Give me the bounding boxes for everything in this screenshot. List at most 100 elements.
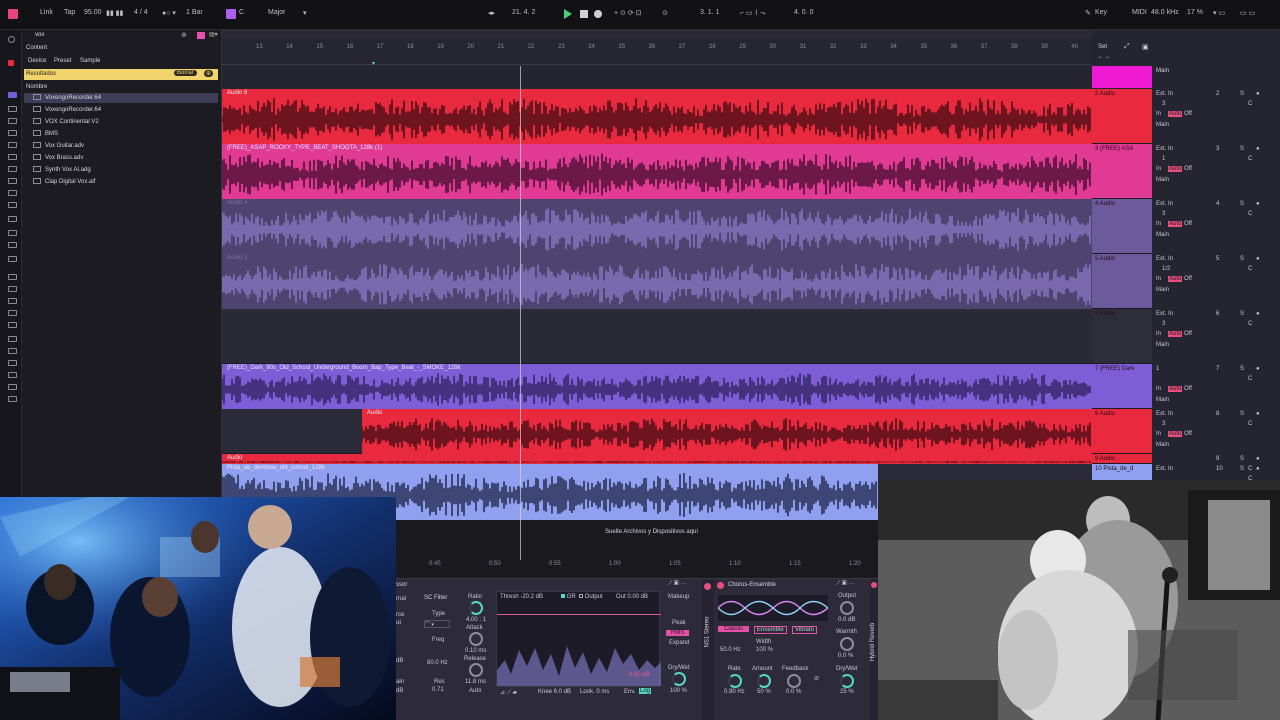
list-item[interactable]: Vox Brass.adv	[33, 153, 83, 164]
power-icon[interactable]	[717, 582, 724, 589]
ruler-bar-number[interactable]: 16	[347, 44, 354, 50]
draw-mode-icon[interactable]: ⌐ ▭ ⌇ ⤳	[740, 9, 766, 18]
solo-button[interactable]: S	[1240, 146, 1244, 152]
tempo-field[interactable]: 95.00	[84, 9, 102, 16]
track-header[interactable]: 7 (FREE) Dark	[1092, 364, 1152, 409]
column-header-name[interactable]: Nombre	[26, 84, 47, 90]
input-type-select[interactable]: Ext. In	[1156, 411, 1173, 417]
arm-button[interactable]: ●	[1256, 91, 1260, 97]
beat-ruler[interactable]	[222, 39, 1092, 65]
arm-button[interactable]: ●	[1256, 311, 1260, 317]
amount-value[interactable]: 50 %	[757, 689, 771, 695]
track-header[interactable]: 8 Audio	[1092, 409, 1152, 454]
power-icon[interactable]	[871, 582, 877, 588]
ruler-bar-number[interactable]: 39	[1041, 44, 1048, 50]
output-select[interactable]: Main	[1156, 442, 1169, 448]
ruler-bar-number[interactable]: 19	[437, 44, 444, 50]
audio-clip[interactable]: (FREE)_ASAP_ROCKY_TYPE_BEAT_SHOOTA_128k …	[222, 144, 1092, 199]
invert-icon[interactable]: ⊘	[814, 675, 819, 682]
midi-map-button[interactable]: MIDI	[1132, 9, 1147, 16]
audio-clip[interactable]: Audio 4	[222, 199, 1092, 254]
arm-button[interactable]: ●	[1256, 201, 1260, 207]
ruler-time-label[interactable]: 1:15	[789, 561, 801, 567]
user-library-icon[interactable]	[8, 242, 17, 248]
monitor-in-button[interactable]: In	[1156, 221, 1161, 227]
packs-icon[interactable]	[8, 230, 17, 236]
track-header[interactable]: 3 (FREE) ASA	[1092, 144, 1152, 199]
ruler-bar-number[interactable]: 27	[679, 44, 686, 50]
ruler-time-label[interactable]: 0:50	[489, 561, 501, 567]
track-header[interactable]: 2 Audio	[1092, 89, 1152, 144]
solo-button[interactable]: S	[1240, 311, 1244, 317]
main-track-header[interactable]	[1092, 66, 1152, 88]
expand-icon[interactable]: ⤢	[1124, 43, 1130, 51]
quantize-menu[interactable]: 1 Bar	[186, 9, 203, 16]
output-select[interactable]: Main	[1156, 232, 1169, 238]
live-logo-icon[interactable]	[8, 9, 18, 19]
device-header-icons[interactable]: ⟋ ▣ ⋯	[836, 581, 854, 588]
ruler-time-label[interactable]: 0:45	[429, 561, 441, 567]
nudge-icon[interactable]: ▮▮ ▮▮	[106, 9, 123, 17]
arrangement-track[interactable]: Audio	[222, 409, 1092, 454]
track-name[interactable]: 3 (FREE) ASA	[1095, 146, 1133, 152]
list-item[interactable]: VOX Continental V2	[33, 117, 99, 128]
track-header[interactable]: 6 Audio	[1092, 309, 1152, 364]
arrangement-track[interactable]: Audio 3	[222, 254, 1092, 309]
rms-mode-button[interactable]: RMS	[666, 630, 690, 636]
monitor-in-button[interactable]: In	[1156, 111, 1161, 117]
output-select[interactable]: Main	[1156, 122, 1169, 128]
track-name[interactable]: 7 (FREE) Dark	[1095, 366, 1134, 372]
input-type-select[interactable]: Ext. In	[1156, 201, 1173, 207]
ruler-bar-number[interactable]: 35	[920, 44, 927, 50]
category-instruments-icon[interactable]	[8, 118, 17, 124]
input-type-select[interactable]: Ext. In	[1156, 466, 1173, 472]
power-icon[interactable]	[704, 583, 711, 590]
input-channel-select[interactable]: 1	[1162, 156, 1165, 162]
play-button[interactable]	[564, 9, 572, 19]
category-effects-icon[interactable]	[8, 130, 17, 136]
search-input[interactable]: vox	[35, 32, 44, 38]
monitor-off-button[interactable]: Off	[1184, 276, 1192, 282]
tap-button[interactable]: Tap	[64, 9, 75, 16]
track-number-button[interactable]: 5	[1216, 256, 1219, 262]
compressor-display[interactable]: Thresh -20.2 dB GR Output Out 0.00 dB -8…	[496, 591, 661, 687]
arm-button[interactable]: ●	[1256, 146, 1260, 152]
playhead[interactable]	[520, 66, 521, 560]
track-name[interactable]: 2 Audio	[1095, 91, 1115, 97]
folder-icon[interactable]	[8, 360, 17, 366]
record-button[interactable]	[594, 10, 602, 18]
ruler-bar-number[interactable]: 14	[286, 44, 293, 50]
monitor-auto-button[interactable]: Auto	[1168, 111, 1183, 117]
arm-button[interactable]: ●	[1256, 466, 1260, 472]
folder-icon[interactable]	[8, 322, 17, 328]
rate-value[interactable]: 0.90 Hz	[724, 689, 745, 695]
folder-icon[interactable]	[8, 286, 17, 292]
output-select[interactable]: Main	[1156, 397, 1169, 403]
scroll-arrows-icon[interactable]: ←→	[1098, 54, 1110, 60]
ruler-bar-number[interactable]: 38	[1011, 44, 1018, 50]
monitor-auto-button[interactable]: Auto	[1168, 386, 1183, 392]
metronome-icon[interactable]: ●○ ▾	[162, 9, 176, 17]
out-readout[interactable]: Out 0.00 dB	[616, 594, 648, 600]
folder-icon[interactable]	[8, 384, 17, 390]
scale-icon[interactable]	[226, 9, 236, 19]
sc-filter-toggle[interactable]: SC Filter	[424, 595, 447, 601]
pan-center-button[interactable]: C	[1248, 101, 1252, 107]
lookahead-readout[interactable]: Look. 0 ms	[580, 689, 609, 695]
output-toggle[interactable]: Output	[579, 594, 603, 600]
pan-center-button[interactable]: C	[1248, 321, 1252, 327]
feedback-value[interactable]: 0.0 %	[786, 689, 801, 695]
output-select[interactable]: Main	[1156, 177, 1169, 183]
monitor-auto-button[interactable]: Auto	[1168, 221, 1183, 227]
monitor-off-button[interactable]: Off	[1184, 111, 1192, 117]
drywet-value[interactable]: 100 %	[670, 688, 687, 694]
track-number-button[interactable]: 9	[1216, 456, 1219, 462]
ruler-bar-number[interactable]: 23	[558, 44, 565, 50]
input-type-select[interactable]: Ext. In	[1156, 91, 1173, 97]
ruler-bar-number[interactable]: 20	[467, 44, 474, 50]
loop-start-field[interactable]: 3. 1. 1	[700, 9, 719, 16]
filter-menu-icon[interactable]: ▤▾	[209, 31, 218, 38]
track-number-button[interactable]: 8	[1216, 411, 1219, 417]
audio-clip[interactable]: Audio	[222, 454, 1092, 464]
freq-value[interactable]: 80.0 Hz	[427, 660, 448, 666]
